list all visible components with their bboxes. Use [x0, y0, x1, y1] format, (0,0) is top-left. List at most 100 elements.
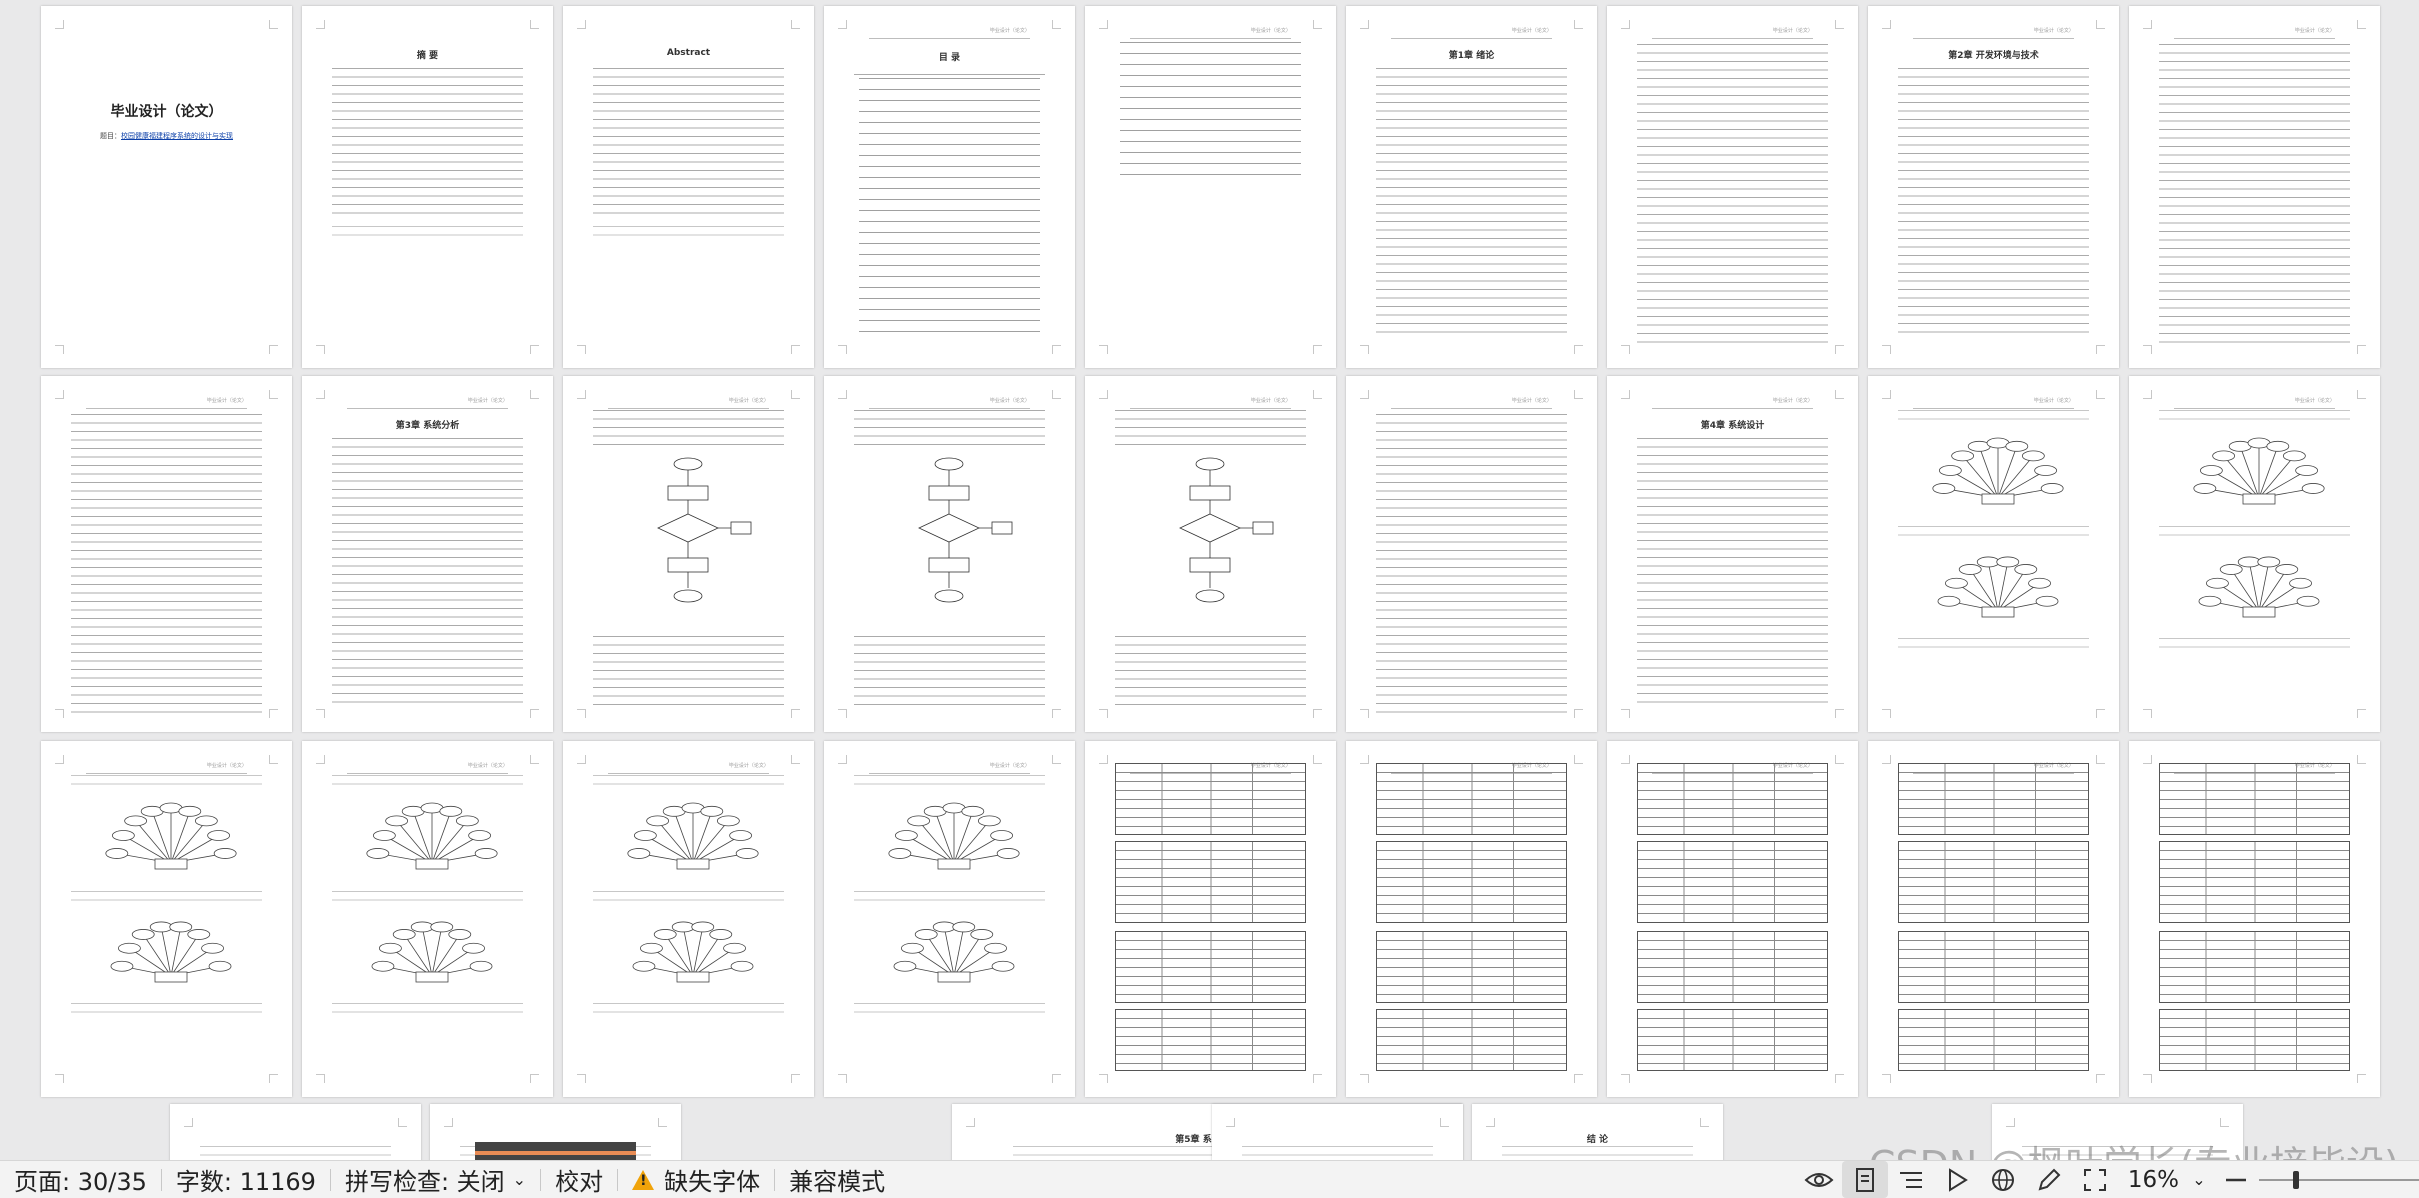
page-thumbnail[interactable]: 毕业设计（论文） — [1346, 376, 1597, 732]
page-thumbnail[interactable]: 毕业设计（论文） — [1346, 741, 1597, 1097]
crop-mark — [1621, 20, 1630, 29]
crop-mark — [269, 709, 278, 718]
running-header: 毕业设计（论文） — [1652, 26, 1813, 39]
text-block — [71, 414, 262, 714]
crop-mark — [2357, 20, 2366, 29]
crop-mark — [1621, 709, 1630, 718]
text-block — [71, 775, 262, 789]
crop-mark — [269, 20, 278, 29]
page-thumbnail[interactable]: 毕业设计（论文） — [1868, 741, 2119, 1097]
text-block — [1898, 638, 2089, 648]
web-layout-button[interactable] — [1980, 1161, 2026, 1198]
page-thumbnail[interactable] — [1992, 1104, 2243, 1160]
crop-mark — [316, 390, 325, 399]
page-thumbnail[interactable]: 毕业设计（论文） — [824, 741, 1075, 1097]
crop-mark — [1835, 20, 1844, 29]
eye-protection-button[interactable] — [1796, 1161, 1842, 1198]
page-thumbnail[interactable]: 摘 要 — [302, 6, 553, 368]
crop-mark — [577, 390, 586, 399]
text-block — [1120, 42, 1301, 182]
zoom-dropdown[interactable]: ⌄ — [2185, 1161, 2213, 1198]
crop-mark — [838, 390, 847, 399]
text-block — [2022, 1146, 2213, 1160]
crop-mark — [658, 1118, 667, 1127]
page-thumbnail[interactable]: 毕业设计（论文） 目 录 — [824, 6, 1075, 368]
er-diagram — [1923, 428, 2073, 523]
page-view-button[interactable] — [1841, 1161, 1888, 1198]
crop-mark — [791, 709, 800, 718]
document-canvas[interactable]: 毕业设计（论文） 题目：校园健康福建程序系统的设计与实现 摘 要 Abstract 毕业… — [0, 0, 2419, 1160]
page-indicator[interactable]: 页面: 30/35 — [0, 1161, 161, 1198]
page-thumbnail[interactable]: 毕业设计（论文） — [1085, 376, 1336, 732]
crop-mark — [2096, 709, 2105, 718]
text-block — [1376, 68, 1567, 338]
page-title: 第4章 系统设计 — [1700, 421, 1765, 431]
spell-check-label: 拼写检查: 关闭 — [344, 1168, 505, 1196]
crop-mark — [1360, 709, 1369, 718]
page-thumbnail[interactable]: 毕业设计（论文） — [41, 376, 292, 732]
page-thumbnail[interactable]: 毕业设计（论文） — [2129, 741, 2380, 1097]
page-thumbnail[interactable]: 毕业设计（论文） — [2129, 6, 2380, 368]
text-block — [71, 891, 262, 903]
data-table — [1115, 763, 1306, 835]
page-thumbnail[interactable]: 毕业设计（论文） 第1章 绪论 — [1346, 6, 1597, 368]
page-thumbnail[interactable]: 毕业设计（论文） — [302, 741, 553, 1097]
page-thumbnail[interactable]: 毕业设计（论文） 第3章 系统分析 — [302, 376, 553, 732]
crop-mark — [1882, 755, 1891, 764]
page-thumbnail[interactable]: 结 论 — [1472, 1104, 1723, 1160]
page-thumbnail[interactable]: Abstract — [563, 6, 814, 368]
page-thumbnail[interactable] — [430, 1104, 681, 1160]
crop-mark — [398, 1118, 407, 1127]
zoom-slider-handle[interactable] — [2292, 1171, 2299, 1189]
screenshot-figure — [475, 1142, 636, 1160]
page-thumbnail[interactable]: 毕业设计（论文） — [1607, 6, 1858, 368]
page-thumbnail[interactable]: 毕业设计（论文） 第4章 系统设计 — [1607, 376, 1858, 732]
word-count[interactable]: 字数: 11169 — [162, 1161, 330, 1198]
crop-mark — [530, 1074, 539, 1083]
crop-mark — [2357, 1074, 2366, 1083]
flowchart-figure — [623, 456, 753, 616]
er-diagram — [879, 793, 1029, 888]
text-block — [593, 891, 784, 903]
page-thumbnail[interactable] — [1212, 1104, 1463, 1160]
crop-mark — [1700, 1118, 1709, 1127]
text-block — [854, 775, 1045, 789]
data-table — [2159, 931, 2350, 1003]
crop-mark — [1882, 20, 1891, 29]
zoom-slider[interactable] — [2259, 1161, 2419, 1198]
page-thumbnail[interactable]: 毕业设计（论文） — [2129, 376, 2380, 732]
pen-icon — [2038, 1168, 2061, 1190]
outline-view-button[interactable] — [1888, 1161, 1934, 1198]
spell-check-button[interactable]: 拼写检查: 关闭 ⌄ — [331, 1161, 540, 1198]
page-thumbnail[interactable]: 毕业设计（论文） — [563, 376, 814, 732]
text-block — [593, 410, 784, 450]
text-block — [332, 68, 523, 218]
page-thumbnail[interactable]: 毕业设计（论文） — [1085, 6, 1336, 368]
missing-font-button[interactable]: 缺失字体 — [618, 1161, 774, 1198]
page-thumbnail[interactable]: 毕业设计（论文） — [41, 741, 292, 1097]
pen-tool-button[interactable] — [2026, 1161, 2072, 1198]
slideshow-button[interactable] — [1934, 1161, 1980, 1198]
page-thumbnail[interactable]: 毕业设计（论文） — [1607, 741, 1858, 1097]
page-thumbnail[interactable]: 毕业设计（论文） — [563, 741, 814, 1097]
crop-mark — [184, 1118, 193, 1127]
crop-mark — [1360, 755, 1369, 764]
text-block — [854, 636, 1045, 706]
crop-mark — [316, 755, 325, 764]
chevron-down-icon: ⌄ — [512, 1170, 527, 1189]
fit-page-button[interactable] — [2072, 1161, 2118, 1198]
page-thumbnail[interactable]: 毕业设计（论文） 题目：校园健康福建程序系统的设计与实现 — [41, 6, 292, 368]
page-thumbnail[interactable] — [170, 1104, 421, 1160]
zoom-level[interactable]: 16% — [2118, 1167, 2185, 1193]
proofread-button[interactable]: 校对 — [541, 1161, 617, 1198]
crop-mark — [55, 20, 64, 29]
page-thumbnail[interactable]: 毕业设计（论文） 第2章 开发环境与技术 — [1868, 6, 2119, 368]
subject-label: 题目： — [100, 132, 121, 140]
page-thumbnail[interactable]: 毕业设计（论文） — [824, 376, 1075, 732]
crop-mark — [269, 755, 278, 764]
crop-mark — [791, 390, 800, 399]
crop-mark — [791, 1074, 800, 1083]
page-thumbnail[interactable]: 毕业设计（论文） — [1085, 741, 1336, 1097]
page-thumbnail[interactable]: 毕业设计（论文） — [1868, 376, 2119, 732]
zoom-out-button[interactable] — [2213, 1161, 2259, 1198]
